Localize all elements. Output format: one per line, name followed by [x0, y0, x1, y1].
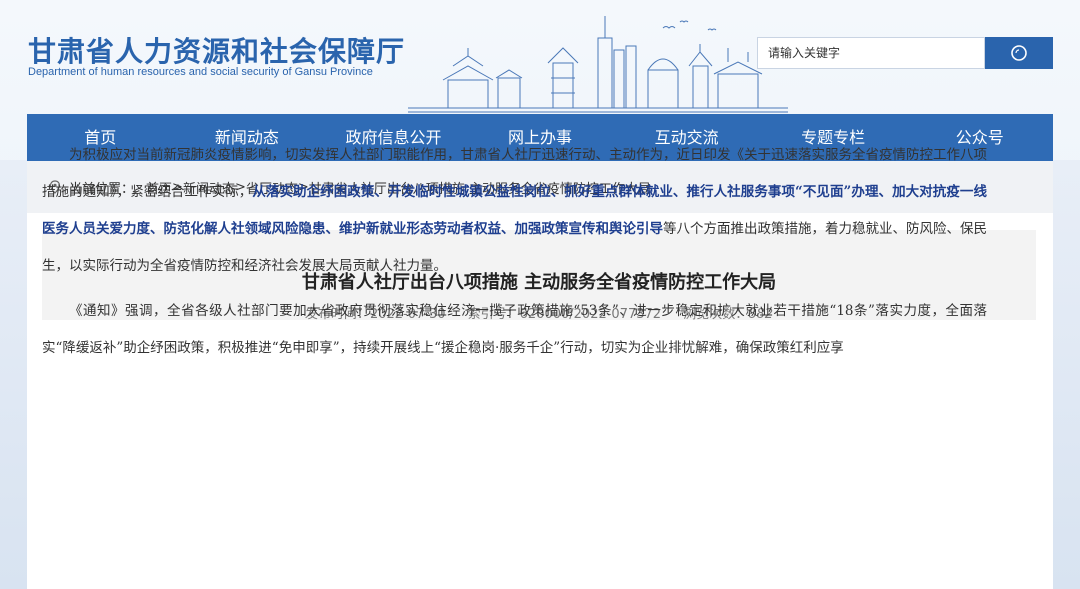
article-paragraph: 《通知》强调，全省各级人社部门要加大省政府贯彻落实稳住经济一揽子政策措施“53条… [42, 303, 987, 356]
site-subtitle: Department of human resources and social… [28, 66, 373, 78]
city-skyline-illustration [408, 16, 788, 113]
search-button[interactable] [985, 37, 1053, 69]
side-decoration-right [1053, 160, 1080, 589]
article-paragraph: 为积极应对当前新冠肺炎疫情影响，切实发挥人社部门职能作用，甘肃省人社厅迅速行动、… [42, 137, 987, 285]
site-title[interactable]: 甘肃省人力资源和社会保障厅 [28, 30, 405, 70]
article-body: 为积极应对当前新冠肺炎疫情影响，切实发挥人社部门职能作用，甘肃省人社厅迅速行动、… [42, 137, 987, 375]
side-decoration-left [0, 160, 27, 589]
search-icon [1011, 45, 1027, 61]
search-input[interactable]: 请输入关键字 [757, 37, 985, 69]
